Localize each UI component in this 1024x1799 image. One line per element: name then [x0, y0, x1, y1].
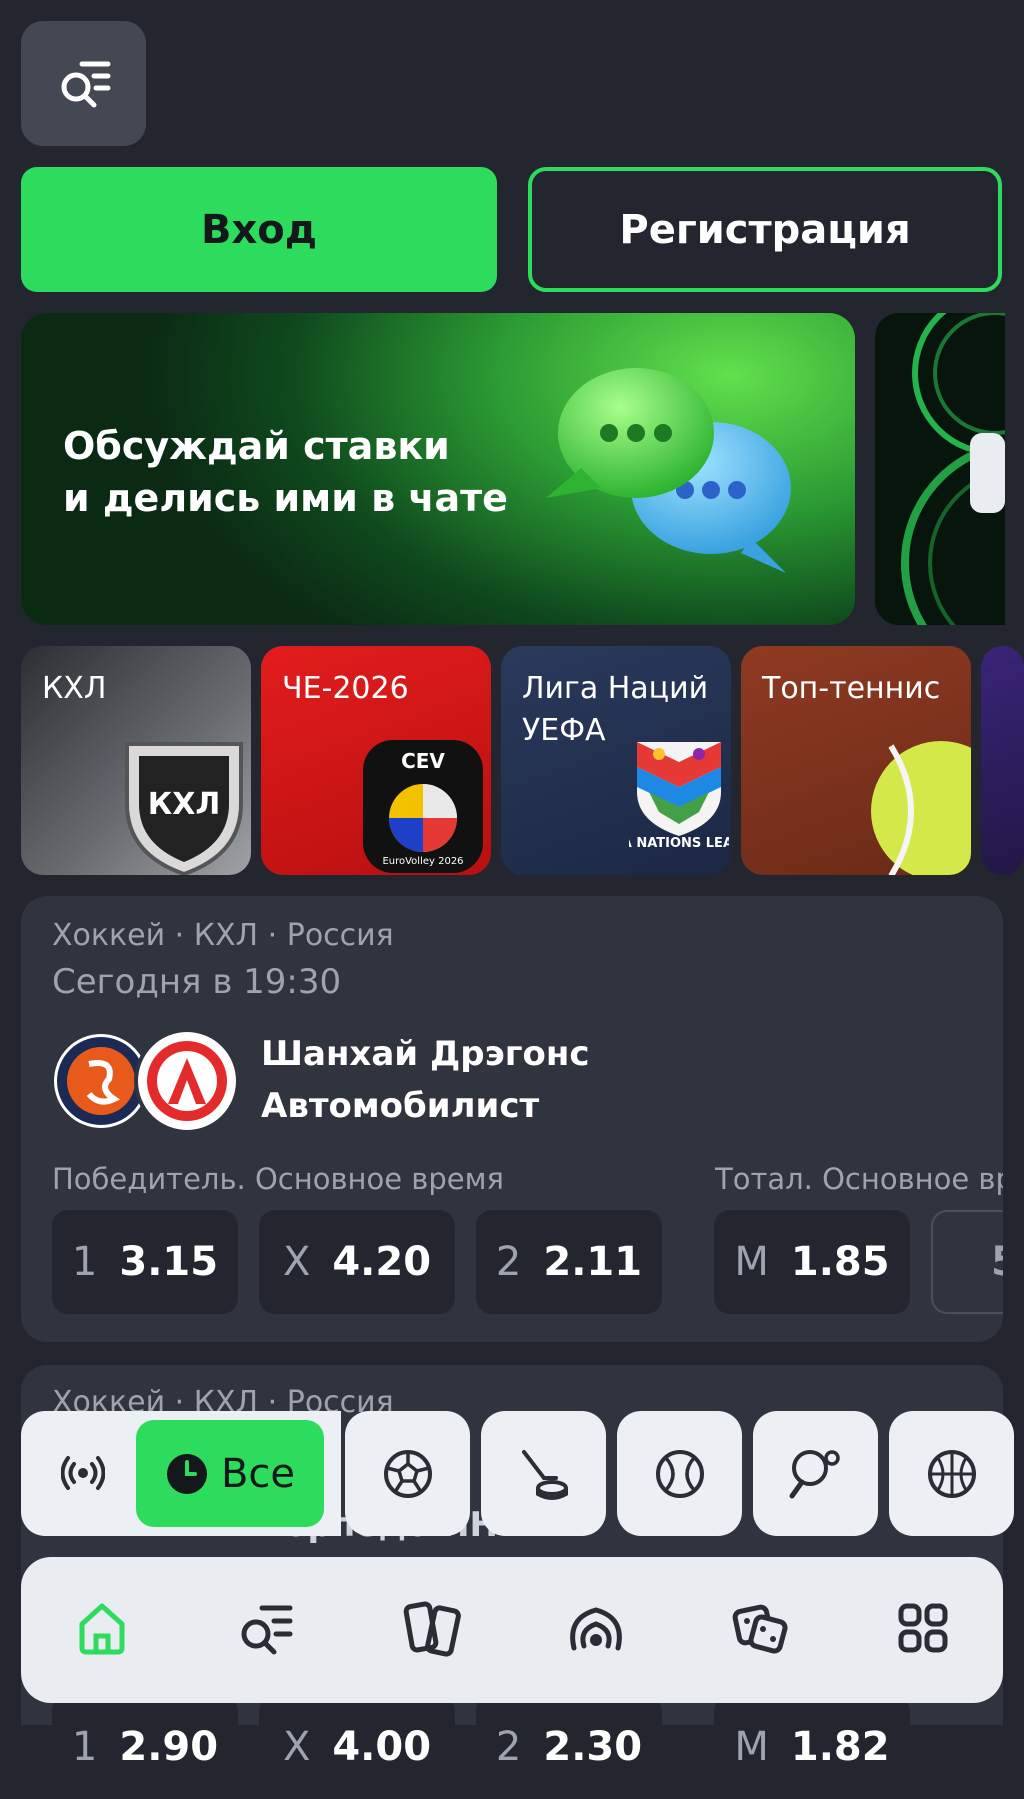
tile-khl[interactable]: КХЛ КХЛ	[21, 646, 251, 875]
banner-graphic	[901, 313, 1005, 625]
filter-all-button[interactable]: Все	[136, 1420, 324, 1527]
filter-table-tennis[interactable]	[753, 1411, 878, 1536]
odd-button-1[interactable]: 1 2.90	[52, 1695, 238, 1799]
odd-button-under[interactable]: М 1.85	[714, 1210, 910, 1314]
clock-icon	[166, 1453, 207, 1494]
chat-bubbles-icon	[546, 368, 791, 573]
bottom-navigation	[21, 1557, 1003, 1703]
nav-coupons[interactable]	[403, 1599, 461, 1661]
odd-button-1[interactable]: 1 3.15	[52, 1210, 238, 1314]
odd-button-x[interactable]: X 4.20	[259, 1210, 455, 1314]
odd-button-under[interactable]: М 1.82	[714, 1695, 910, 1799]
nav-live[interactable]	[567, 1600, 625, 1660]
odd-button-2[interactable]: 2 2.11	[476, 1210, 662, 1314]
hockey-icon	[521, 1449, 568, 1500]
match-meta: Хоккей · КХЛ · Россия	[52, 918, 394, 953]
live-signal-icon	[570, 1607, 622, 1651]
live-broadcast-icon	[61, 1456, 105, 1490]
team1-logo	[54, 1034, 148, 1128]
match-time: Сегодня в 19:30	[52, 962, 342, 1002]
filter-tennis[interactable]	[617, 1411, 742, 1536]
team2-name: Автомобилист	[261, 1086, 540, 1126]
bet-slips-icon	[403, 1601, 461, 1657]
register-button[interactable]: Регистрация	[528, 167, 1002, 292]
svg-text:EuroVolley 2026: EuroVolley 2026	[382, 856, 463, 867]
tile-next[interactable]	[981, 646, 1024, 875]
basketball-icon	[927, 1449, 976, 1498]
team1-name: Шанхай Дрэгонс	[261, 1034, 590, 1074]
search-filter-icon	[61, 61, 110, 107]
svg-text:КХЛ: КХЛ	[148, 787, 221, 822]
nav-casino[interactable]	[731, 1599, 789, 1661]
football-icon	[383, 1449, 432, 1498]
nav-home[interactable]	[74, 1600, 130, 1660]
promo-banner-chat[interactable]: Обсуждай ставки и делись ими в чате	[21, 313, 855, 625]
nav-search[interactable]	[236, 1600, 296, 1660]
odd-button-2[interactable]: 2 2.30	[476, 1695, 662, 1799]
tennis-ball-icon	[871, 741, 971, 875]
tile-euro-2026[interactable]: ЧЕ-2026 CEV EuroVolley 2026	[261, 646, 491, 875]
tile-top-tennis[interactable]: Топ-теннис	[741, 646, 971, 875]
tennis-icon	[655, 1449, 704, 1498]
dice-icon	[733, 1604, 788, 1654]
uefa-nations-league-logo: UEFA NATIONS LEAGUE	[629, 742, 729, 851]
team2-logo	[138, 1032, 236, 1130]
nav-menu[interactable]	[896, 1601, 950, 1659]
search-button[interactable]	[21, 21, 146, 146]
promo-banner-next[interactable]	[875, 313, 1005, 625]
market-label-total: Тотал. Основное вр	[715, 1162, 1003, 1196]
filter-football[interactable]	[345, 1411, 470, 1536]
tile-uefa-nations-league[interactable]: Лига Наций УЕФА UEFA NATIONS LEAGUE	[501, 646, 731, 875]
khl-logo: КХЛ	[125, 742, 243, 875]
svg-text:CEV: CEV	[401, 749, 445, 773]
filter-hockey[interactable]	[481, 1411, 606, 1536]
home-icon	[79, 1603, 125, 1655]
search-filter-icon	[241, 1605, 293, 1655]
odd-button-over[interactable]: 5	[931, 1210, 1003, 1314]
cev-logo: CEV EuroVolley 2026	[363, 740, 483, 873]
filter-basketball[interactable]	[889, 1411, 1014, 1536]
odd-button-x[interactable]: X 4.00	[259, 1695, 455, 1799]
grid-menu-icon	[898, 1603, 948, 1653]
market-label-winner: Победитель. Основное время	[52, 1162, 504, 1196]
svg-text:UEFA NATIONS LEAGUE: UEFA NATIONS LEAGUE	[629, 836, 729, 851]
banner-text: Обсуждай ставки и делись ими в чате	[63, 424, 508, 520]
match-card-1[interactable]: Хоккей · КХЛ · Россия Сегодня в 19:30 Ша…	[21, 896, 1003, 1342]
sport-filter-bar: Все	[21, 1411, 1024, 1536]
login-button[interactable]: Вход	[21, 167, 497, 292]
table-tennis-icon	[789, 1449, 840, 1498]
